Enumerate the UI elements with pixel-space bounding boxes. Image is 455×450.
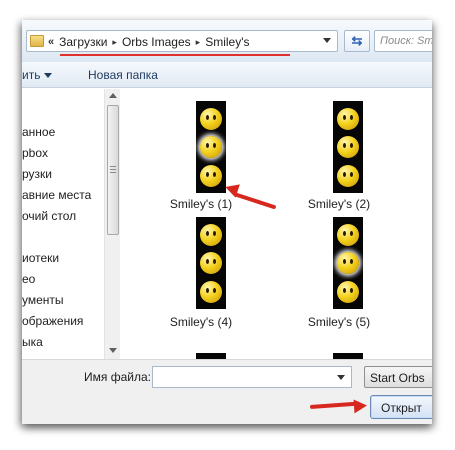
smiley-icon (200, 164, 222, 187)
breadcrumb-separator-icon[interactable]: ▸ (112, 37, 117, 48)
smiley-icon (337, 164, 359, 187)
file-thumbnail (196, 101, 226, 193)
breadcrumb-smileys[interactable]: Smiley's (205, 35, 249, 49)
smiley-icon (337, 252, 359, 274)
file-name: Smiley's (4) (169, 315, 233, 329)
navigation-pane: анное pbox рузки авние места очий стол и… (22, 89, 110, 359)
overflow-chevron-icon[interactable]: « (48, 36, 54, 48)
nav-item-favorites[interactable]: анное (22, 125, 55, 139)
breadcrumb-separator-icon[interactable]: ▸ (196, 37, 201, 48)
smiley-icon (337, 136, 359, 158)
scroll-up-icon[interactable] (109, 93, 117, 98)
open-button[interactable]: Открыт (370, 395, 432, 419)
file-list: Smiley's (1) Smiley's (2) Smiley's (4) S… (121, 89, 432, 359)
open-file-dialog: « Загрузки ▸ Orbs Images ▸ Smiley's ⇆ По… (22, 20, 432, 424)
nav-item-pictures[interactable]: ображения (22, 314, 83, 328)
breadcrumb: « Загрузки ▸ Orbs Images ▸ Smiley's (48, 34, 249, 50)
new-folder-button[interactable]: Новая папка (88, 68, 158, 82)
file-thumbnail (196, 217, 226, 309)
file-thumbnail (333, 101, 363, 193)
chevron-down-icon[interactable] (337, 375, 345, 380)
refresh-button[interactable]: ⇆ (344, 30, 370, 52)
smiley-icon (337, 280, 359, 303)
nav-item-documents[interactable]: ументы (22, 293, 64, 307)
nav-item-dropbox[interactable]: pbox (22, 146, 48, 160)
nav-item-recent-places[interactable]: авние места (22, 188, 91, 202)
address-field[interactable]: « Загрузки ▸ Orbs Images ▸ Smiley's (26, 30, 338, 52)
smiley-icon (200, 252, 222, 274)
breadcrumb-orbs-images[interactable]: Orbs Images (122, 35, 191, 49)
nav-item-downloads[interactable]: рузки (22, 167, 52, 181)
smiley-icon (200, 136, 222, 158)
file-thumbnail (333, 217, 363, 309)
address-bar-row: « Загрузки ▸ Orbs Images ▸ Smiley's ⇆ По… (22, 20, 432, 62)
nav-scrollbar[interactable] (104, 89, 120, 359)
smiley-icon (200, 223, 222, 246)
smiley-icon (200, 107, 222, 130)
grip-icon (110, 166, 116, 173)
organize-label: ить (22, 68, 41, 82)
address-dropdown-icon[interactable] (323, 38, 331, 43)
chevron-down-icon (44, 73, 53, 79)
file-name: Smiley's (5) (307, 315, 371, 329)
scroll-down-icon[interactable] (109, 348, 117, 353)
smiley-icon (200, 280, 222, 303)
smiley-icon (337, 223, 359, 246)
scrollbar-thumb[interactable] (107, 105, 119, 235)
filename-label: Имя файла: (84, 370, 151, 384)
smiley-icon (337, 107, 359, 130)
annotation-arrow-head (353, 398, 368, 414)
filename-input[interactable] (152, 366, 352, 388)
annotation-underline (60, 54, 290, 56)
organize-menu-button[interactable]: ить (22, 68, 53, 82)
search-input[interactable]: Поиск: Sm (374, 30, 432, 52)
nav-item-music[interactable]: ыка (22, 335, 43, 349)
nav-item-libraries[interactable]: иотеки (22, 251, 59, 265)
command-toolbar: ить Новая папка (22, 62, 432, 88)
nav-item-desktop[interactable]: очий стол (22, 209, 76, 223)
annotation-arrow (309, 401, 361, 409)
dialog-footer: Имя файла: Start Orbs Открыт (22, 359, 432, 424)
file-type-filter[interactable]: Start Orbs (364, 366, 432, 388)
folder-icon (30, 35, 44, 47)
file-name: Smiley's (2) (307, 197, 371, 211)
breadcrumb-downloads[interactable]: Загрузки (59, 35, 107, 49)
file-name: Smiley's (1) (169, 197, 233, 211)
nav-item-video[interactable]: ео (22, 272, 35, 286)
